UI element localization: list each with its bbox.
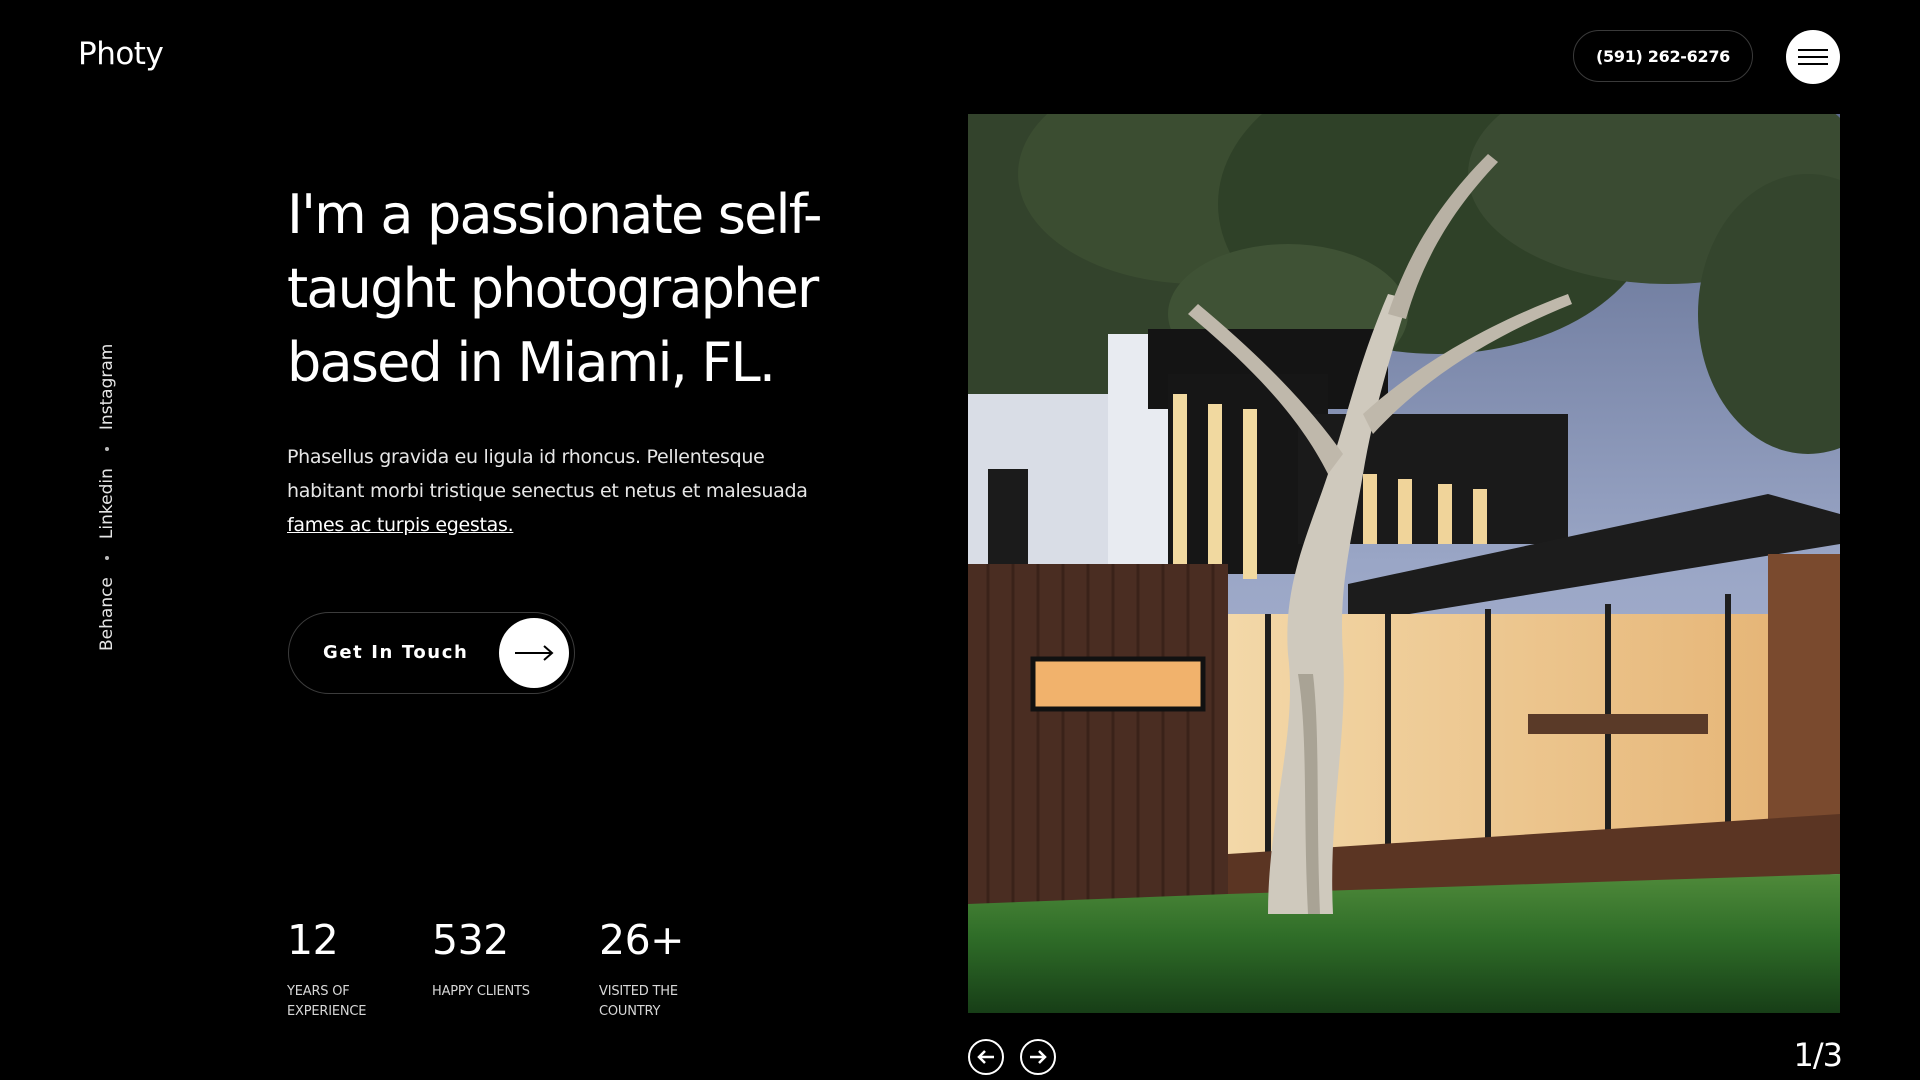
stat-label: VISITED THE COUNTRY bbox=[599, 982, 709, 1022]
stat-label-line: COUNTRY bbox=[599, 1004, 661, 1019]
slide-counter: 1/3 bbox=[1793, 1036, 1844, 1074]
headline-line: taught photographer bbox=[287, 257, 819, 320]
separator-dot bbox=[105, 556, 109, 561]
hero-description: Phasellus gravida eu ligula id rhoncus. … bbox=[287, 440, 847, 542]
stat-number: 26+ bbox=[599, 916, 685, 964]
arrow-left-circle-icon bbox=[977, 1050, 994, 1064]
headline-line: based in Miami, FL. bbox=[287, 331, 776, 394]
stat-number: 532 bbox=[432, 916, 509, 964]
social-link-instagram[interactable]: Instagram bbox=[97, 344, 117, 431]
slider-prev-button[interactable] bbox=[968, 1039, 1004, 1075]
headline-line: I'm a passionate self- bbox=[287, 183, 822, 246]
separator-dot bbox=[105, 447, 109, 452]
stat-label: YEARS OF EXPERIENCE bbox=[287, 982, 397, 1022]
stat-label-line: EXPERIENCE bbox=[287, 1004, 367, 1019]
arrow-right-circle-icon bbox=[1030, 1050, 1047, 1064]
logo[interactable]: Photy bbox=[78, 36, 164, 72]
get-in-touch-button[interactable]: Get In Touch bbox=[288, 612, 575, 694]
social-link-linkedin[interactable]: Linkedin bbox=[97, 468, 117, 539]
cta-label: Get In Touch bbox=[323, 642, 469, 663]
stat-label-line: HAPPY CLIENTS bbox=[432, 984, 530, 999]
phone-button[interactable]: (591) 262-6276 bbox=[1573, 30, 1753, 82]
stat-number: 12 bbox=[287, 916, 339, 964]
arrow-right-icon bbox=[499, 618, 569, 688]
stat-label: HAPPY CLIENTS bbox=[432, 982, 542, 1002]
stat-label-line: VISITED THE bbox=[599, 984, 678, 999]
stat-clients: 532 HAPPY CLIENTS bbox=[432, 912, 542, 1002]
menu-button[interactable] bbox=[1786, 30, 1840, 84]
stat-countries: 26+ VISITED THE COUNTRY bbox=[599, 912, 709, 1022]
description-text: Phasellus gravida eu ligula id rhoncus. … bbox=[287, 446, 808, 502]
page: Photy (591) 262-6276 Behance Linkedin In… bbox=[0, 0, 1920, 1080]
hero-headline: I'm a passionate self- taught photograph… bbox=[287, 178, 887, 400]
social-link-behance[interactable]: Behance bbox=[97, 577, 117, 651]
hamburger-icon bbox=[1798, 49, 1828, 65]
stat-experience: 12 YEARS OF EXPERIENCE bbox=[287, 912, 397, 1022]
hero-photo bbox=[968, 114, 1840, 1013]
description-link[interactable]: fames ac turpis egestas. bbox=[287, 514, 514, 536]
slider-next-button[interactable] bbox=[1020, 1039, 1056, 1075]
stat-label-line: YEARS OF bbox=[287, 984, 350, 999]
